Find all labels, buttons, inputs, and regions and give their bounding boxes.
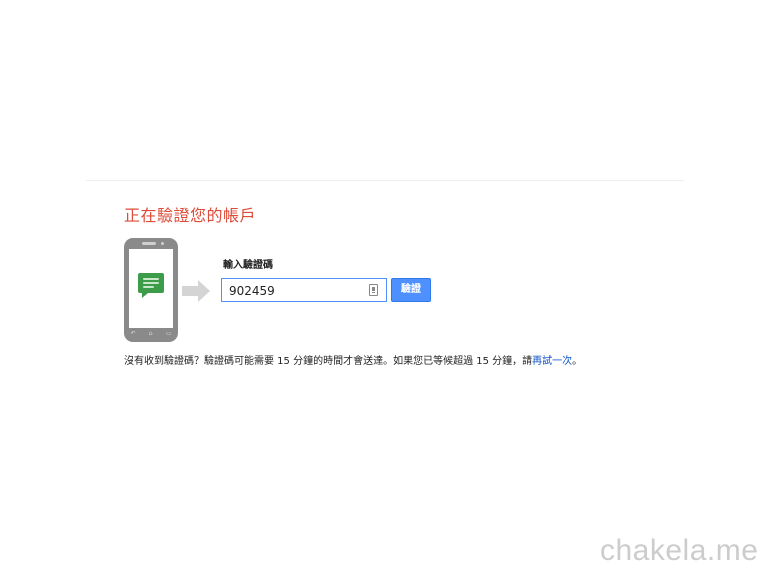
phone-speaker [142, 242, 156, 245]
page-title: 正在驗證您的帳戶 [124, 206, 257, 225]
code-field-label: 輸入驗證碼 [223, 260, 273, 271]
phone-nav-bar: ↶ ⌂ ▭ [124, 329, 178, 339]
back-icon: ↶ [130, 330, 136, 337]
verification-code-input[interactable]: 902459 [221, 278, 387, 302]
keypad-icon[interactable] [369, 284, 378, 296]
verification-page: 正在驗證您的帳戶 ↶ ⌂ ▭ 輸入驗證碼 902459 驗證 沒有收到驗證碼？驗… [0, 0, 768, 576]
message-bubble-tail [142, 293, 148, 298]
verify-button[interactable]: 驗證 [391, 278, 431, 302]
watermark: chakela.me [600, 534, 759, 567]
help-text: 沒有收到驗證碼？驗證碼可能需要 15 分鐘的時間才會送達。如果您已等候超過 15… [124, 352, 582, 367]
retry-link[interactable]: 再試一次 [532, 356, 572, 367]
verification-code-value: 902459 [229, 284, 275, 298]
home-icon: ⌂ [148, 330, 153, 337]
help-text-suffix: 。 [572, 356, 583, 367]
message-line [143, 282, 159, 284]
phone-camera [161, 242, 164, 245]
message-bubble-icon [138, 273, 164, 298]
arrow-right-icon [182, 280, 210, 302]
help-text-prefix: 沒有收到驗證碼？驗證碼可能需要 15 分鐘的時間才會送達。如果您已等候超過 15… [124, 356, 533, 367]
message-line [143, 286, 154, 288]
recent-apps-icon: ▭ [165, 330, 172, 337]
phone-screen [129, 249, 173, 328]
divider [86, 180, 684, 181]
message-line [143, 278, 159, 280]
phone-icon: ↶ ⌂ ▭ [124, 238, 178, 342]
